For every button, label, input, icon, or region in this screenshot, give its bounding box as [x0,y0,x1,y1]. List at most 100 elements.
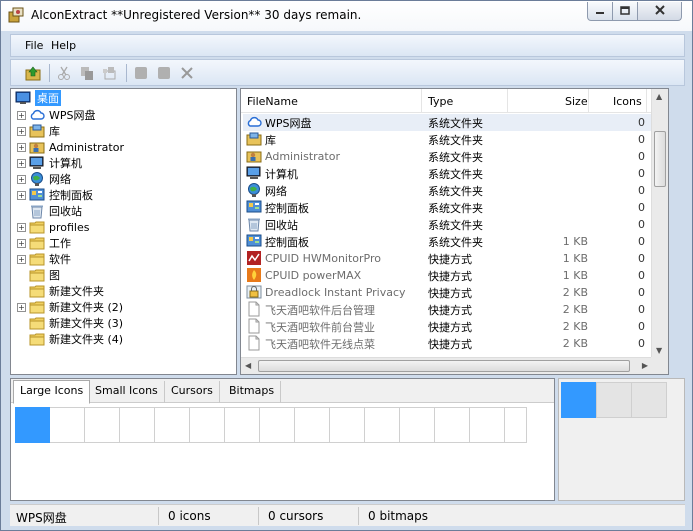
cell-icons: 0 [638,218,645,231]
table-row[interactable]: 回收站 系统文件夹 0 [243,216,651,233]
column-filename[interactable]: FileName [247,95,298,108]
save-icon-button[interactable] [101,64,119,82]
table-row[interactable]: 网络 系统文件夹 0 [243,182,651,199]
tab-small-icons[interactable]: Small Icons [89,381,165,403]
column-divider[interactable] [421,89,422,112]
expand-icon[interactable]: + [17,158,26,168]
icon-cell[interactable] [505,407,527,443]
tree-item[interactable]: + Administrator [17,139,124,155]
table-row[interactable]: Dreadlock Instant Privacy 快捷方式 2 KB 0 [243,284,651,301]
folder-tree[interactable]: 桌面 + WPS网盘 + 库 + Administrator + 计算机 + 网络 + 控制面板 回收站… [10,88,237,375]
toolbar [10,59,685,86]
icon-cell[interactable] [190,407,225,443]
column-size[interactable]: Size [565,95,588,108]
expand-icon[interactable]: + [17,126,26,136]
menu-file[interactable]: File [23,39,45,52]
table-row[interactable]: 飞天酒吧软件前台营业 快捷方式 2 KB 0 [243,318,651,335]
icon-cell[interactable] [435,407,470,443]
preview-cell[interactable] [596,382,632,418]
scroll-down-arrow-icon[interactable]: ▼ [656,346,662,355]
tab-bitmaps[interactable]: Bitmaps [223,381,282,403]
expand-icon[interactable]: + [17,222,26,232]
icon-grid[interactable] [15,407,527,443]
select-button[interactable] [155,64,173,82]
copy-button[interactable] [78,64,96,82]
column-divider[interactable] [507,89,508,112]
table-row[interactable]: Administrator 系统文件夹 0 [243,148,651,165]
tree-item[interactable]: + profiles [17,219,89,235]
tab-large-icons[interactable]: Large Icons [13,380,91,404]
table-row[interactable]: 库 系统文件夹 0 [243,131,651,148]
icon-cell[interactable] [295,407,330,443]
tree-item[interactable]: 回收站 [17,203,82,219]
tree-item[interactable]: + WPS网盘 [17,107,96,123]
cell-type: 系统文件夹 [428,235,483,249]
tree-item[interactable]: + 软件 [17,251,71,267]
file-list[interactable]: FileName Type Size Icons WPS网盘 系统文件夹 0 库系统文… [240,88,669,375]
tree-item[interactable]: 新建文件夹 (3) [17,315,123,331]
tree-item[interactable]: 新建文件夹 (4) [17,331,123,347]
preview-cell[interactable] [631,382,667,418]
tree-item[interactable]: + 库 [17,123,60,139]
expand-icon[interactable]: + [17,142,26,152]
expand-icon[interactable]: + [17,190,26,200]
table-row[interactable]: 飞天酒吧软件后台管理 快捷方式 2 KB 0 [243,301,651,318]
tree-root[interactable]: 桌面 [15,90,61,106]
table-row[interactable]: 控制面板 系统文件夹 0 [243,199,651,216]
column-type[interactable]: Type [428,95,453,108]
vertical-scroll-thumb[interactable] [654,131,666,187]
tree-item[interactable]: + 控制面板 [17,187,93,203]
tree-item[interactable]: + 网络 [17,171,71,187]
table-row[interactable]: 控制面板 系统文件夹 1 KB 0 [243,233,651,250]
horizontal-scrollbar[interactable]: ◀ ▶ [241,357,652,374]
tree-item-label: profiles [49,220,90,234]
tree-item[interactable]: 新建文件夹 [17,283,104,299]
column-divider[interactable] [646,89,647,112]
icon-cell[interactable] [365,407,400,443]
close-button[interactable] [637,2,682,21]
table-row[interactable]: WPS网盘 系统文件夹 0 [243,114,651,131]
recycle-bin-icon [246,216,262,232]
icon-cell[interactable] [155,407,190,443]
tree-item[interactable]: + 新建文件夹 (2) [17,299,123,315]
icon-cell[interactable] [330,407,365,443]
tree-item[interactable]: 图 [17,267,60,283]
icon-cell[interactable] [50,407,85,443]
scroll-right-arrow-icon[interactable]: ▶ [642,361,648,370]
preview-cell[interactable] [561,382,597,418]
icon-cell[interactable] [85,407,120,443]
expand-icon[interactable]: + [17,254,26,264]
icon-cell[interactable] [260,407,295,443]
icon-cell[interactable] [470,407,505,443]
column-icons[interactable]: Icons [613,95,642,108]
scroll-up-arrow-icon[interactable]: ▲ [656,92,662,101]
minimize-button[interactable] [587,2,613,21]
tree-item[interactable]: + 工作 [17,235,71,251]
vertical-scrollbar[interactable]: ▲ ▼ [651,89,668,358]
menu-help[interactable]: Help [49,39,78,52]
table-row[interactable]: CPUID HWMonitorPro 快捷方式 1 KB 0 [243,250,651,267]
delete-button[interactable] [178,64,196,82]
square-icon [135,67,147,79]
stop-button[interactable] [132,64,150,82]
icon-cell[interactable] [15,407,50,443]
table-row[interactable]: 飞天酒吧软件无线点菜 快捷方式 2 KB 0 [243,335,651,352]
expand-icon[interactable]: + [17,110,26,120]
tree-item[interactable]: + 计算机 [17,155,82,171]
maximize-button[interactable] [612,2,638,21]
icon-cell[interactable] [120,407,155,443]
expand-icon[interactable]: + [17,238,26,248]
title-bar[interactable]: AIconExtract **Unregistered Version** 30… [1,1,692,31]
up-folder-button[interactable] [24,64,42,82]
expand-icon[interactable]: + [17,302,26,312]
icon-cell[interactable] [400,407,435,443]
tab-cursors[interactable]: Cursors [165,381,220,403]
cut-button[interactable] [55,64,73,82]
icon-cell[interactable] [225,407,260,443]
horizontal-scroll-thumb[interactable] [258,360,630,372]
scroll-left-arrow-icon[interactable]: ◀ [245,361,251,370]
table-row[interactable]: 计算机 系统文件夹 0 [243,165,651,182]
column-divider[interactable] [588,89,589,112]
expand-icon[interactable]: + [17,174,26,184]
table-row[interactable]: CPUID powerMAX 快捷方式 1 KB 0 [243,267,651,284]
